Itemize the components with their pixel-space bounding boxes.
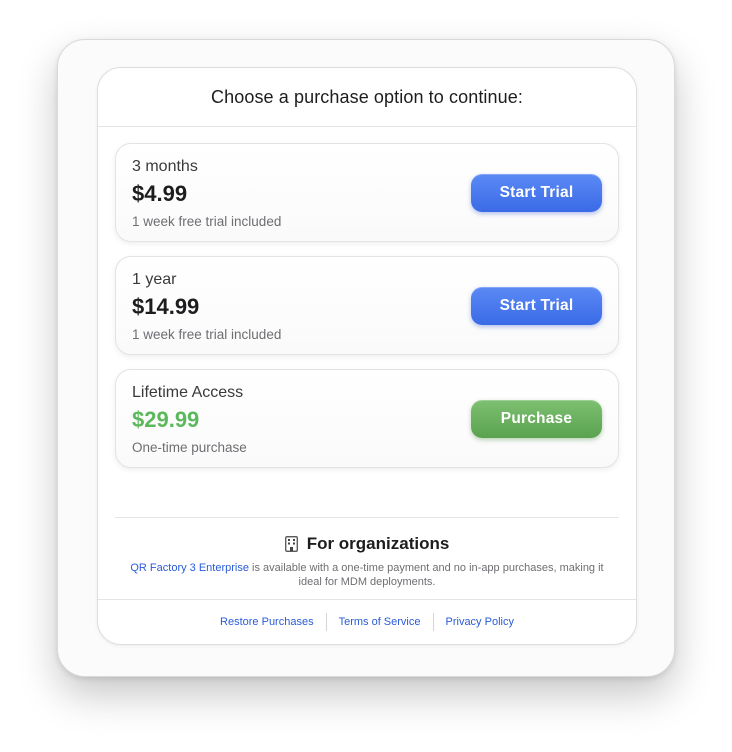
option-name: Lifetime Access [132, 384, 244, 401]
privacy-policy-link[interactable]: Privacy Policy [434, 613, 526, 631]
option-card-lifetime: Lifetime Access $29.99 One-time purchase… [115, 369, 619, 468]
restore-purchases-link[interactable]: Restore Purchases [208, 613, 326, 631]
organizations-description-text: is available with a one-time payment and… [248, 562, 604, 588]
option-note: One-time purchase [132, 440, 247, 455]
option-card-3-months: 3 months $4.99 1 week free trial include… [115, 143, 619, 242]
option-name: 3 months [132, 158, 198, 175]
app-window: Choose a purchase option to continue: 3 … [57, 39, 675, 677]
sheet-header: Choose a purchase option to continue: [98, 68, 636, 127]
option-note: 1 week free trial included [132, 214, 282, 229]
purchase-lifetime-button[interactable]: Purchase [471, 400, 602, 438]
enterprise-link[interactable]: QR Factory 3 Enterprise [130, 562, 249, 574]
footer-links: Restore Purchases Terms of Service Priva… [98, 599, 636, 644]
building-icon [284, 536, 298, 552]
purchase-sheet: Choose a purchase option to continue: 3 … [97, 67, 637, 645]
start-trial-3-months-button[interactable]: Start Trial [471, 174, 602, 212]
organizations-section: For organizations QR Factory 3 Enterpris… [115, 517, 619, 589]
option-price: $4.99 [132, 181, 188, 206]
option-price: $14.99 [132, 294, 200, 319]
organizations-heading: For organizations [115, 534, 619, 554]
organizations-title: For organizations [306, 534, 450, 553]
option-name: 1 year [132, 271, 177, 288]
terms-of-service-link[interactable]: Terms of Service [327, 613, 433, 631]
purchase-options: 3 months $4.99 1 week free trial include… [98, 127, 636, 468]
option-price: $29.99 [132, 407, 200, 432]
organizations-description: QR Factory 3 Enterprise is available wit… [127, 561, 607, 589]
sheet-title: Choose a purchase option to continue: [211, 86, 523, 107]
option-card-1-year: 1 year $14.99 1 week free trial included… [115, 256, 619, 355]
option-note: 1 week free trial included [132, 327, 282, 342]
start-trial-1-year-button[interactable]: Start Trial [471, 287, 602, 325]
